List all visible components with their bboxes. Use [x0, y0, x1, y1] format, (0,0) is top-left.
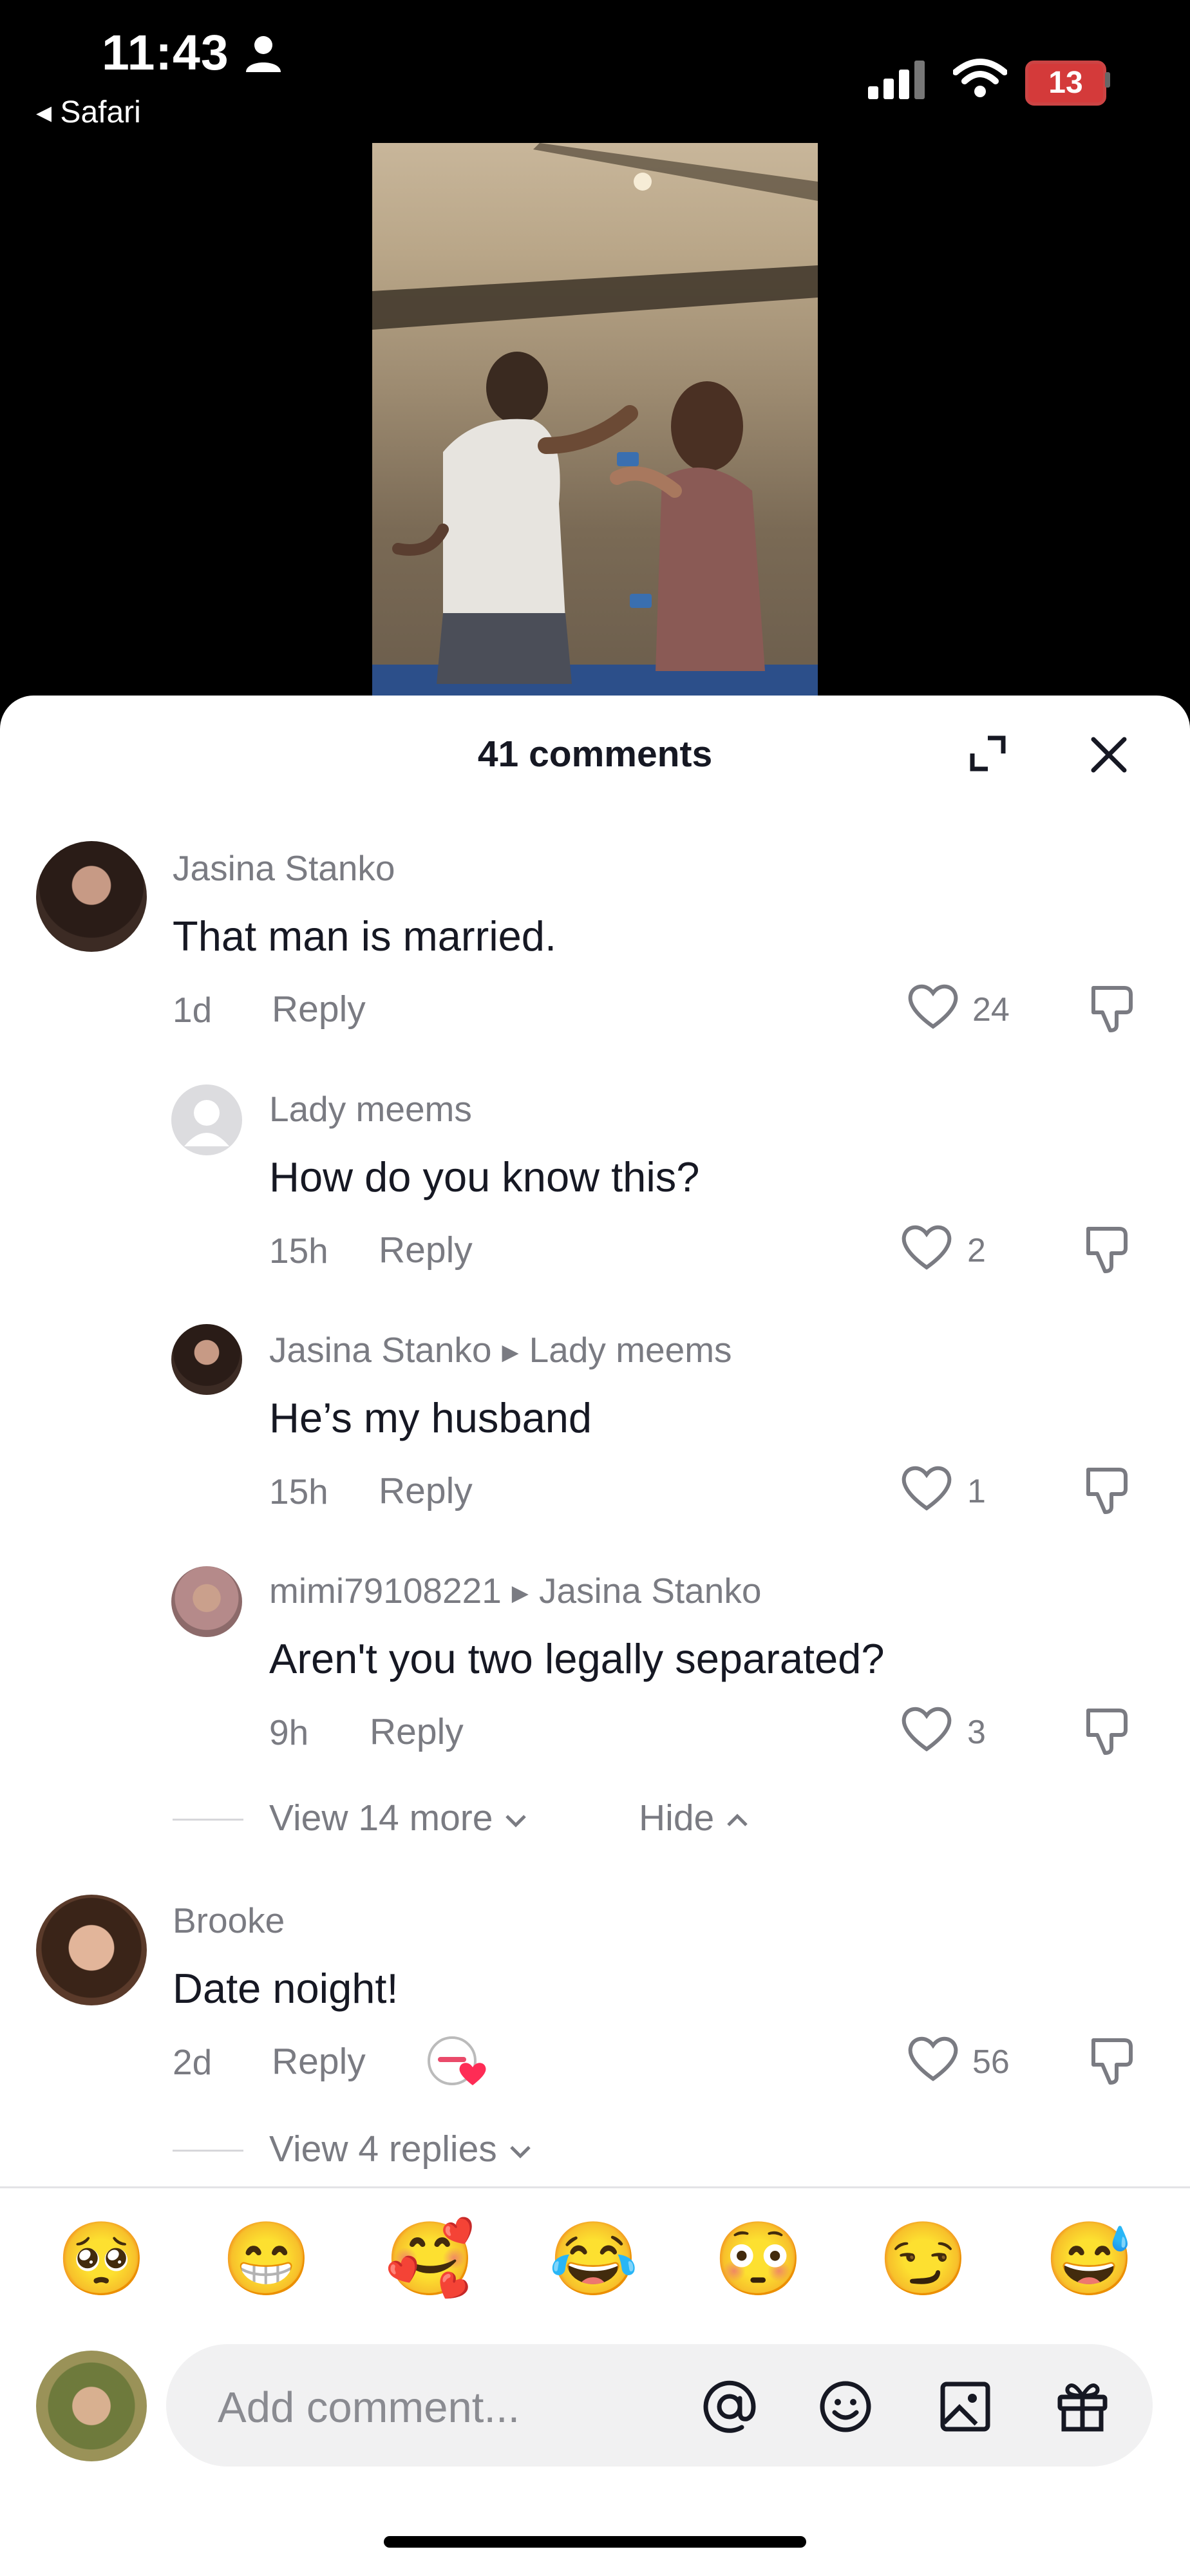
home-indicator[interactable] [384, 2536, 806, 2548]
person-icon [246, 36, 281, 72]
comment-age: 15h [269, 1472, 328, 1511]
emoji-smirk[interactable]: 😏 [878, 2221, 968, 2298]
reply-button[interactable]: Reply [370, 1710, 464, 1753]
like-count: 56 [972, 2043, 1010, 2081]
video-player[interactable] [372, 143, 818, 697]
reply-to-username[interactable]: Jasina Stanko [539, 1571, 762, 1611]
comments-count-title: 41 comments [477, 734, 713, 775]
dislike-icon[interactable] [1083, 1464, 1132, 1516]
gift-icon[interactable] [1053, 2376, 1111, 2434]
heart-icon[interactable] [907, 981, 959, 1030]
dislike-icon[interactable] [1083, 1705, 1132, 1757]
emoji-smiling-hearts[interactable]: 🥰 [385, 2221, 475, 2298]
comment-age: 1d [173, 990, 212, 1030]
avatar[interactable] [36, 1895, 147, 2005]
battery-tip [1105, 72, 1110, 88]
comment-username[interactable]: Brooke [173, 1900, 285, 1941]
reply-arrow-icon: ▶ [511, 1581, 529, 1606]
view-more-label: View 14 more [269, 1797, 493, 1839]
comment-text: Date noight! [173, 1965, 399, 2012]
hide-label: Hide [639, 1797, 715, 1839]
emoji-tears-of-joy[interactable]: 😂 [549, 2221, 638, 2298]
heart-icon[interactable] [900, 1704, 953, 1753]
heart-icon[interactable] [900, 1222, 953, 1271]
video-frame-illustration [372, 143, 818, 697]
emoji-pleading[interactable]: 🥺 [57, 2221, 146, 2298]
mention-icon[interactable] [702, 2379, 757, 2434]
back-to-safari-link[interactable]: ◂ Safari [36, 94, 141, 130]
composer-divider [0, 2186, 1190, 2188]
cellular-signal-icon [868, 61, 925, 99]
view-replies-label: View 4 replies [269, 2128, 497, 2170]
user-avatar[interactable] [36, 2351, 147, 2461]
reply-header: Jasina Stanko ▶ Lady meems [269, 1329, 732, 1370]
heart-icon[interactable] [900, 1463, 953, 1512]
battery-indicator: 13 [1025, 61, 1106, 106]
thread-line [173, 1819, 243, 1821]
dislike-icon[interactable] [1083, 1224, 1132, 1275]
emoji-flushed[interactable]: 😳 [713, 2221, 803, 2298]
avatar[interactable] [171, 1084, 242, 1155]
reply-button[interactable]: Reply [272, 988, 366, 1030]
dislike-icon[interactable] [1088, 983, 1137, 1034]
dislike-icon[interactable] [1088, 2035, 1137, 2087]
like-count: 2 [967, 1232, 986, 1269]
emoji-icon[interactable] [818, 2379, 873, 2434]
wifi-icon [953, 59, 1007, 97]
creator-liked-icon [428, 2036, 486, 2085]
comment-age: 2d [173, 2042, 212, 2082]
avatar[interactable] [171, 1324, 242, 1395]
emoji-sweat-smile[interactable]: 😅 [1044, 2221, 1134, 2298]
reply-button[interactable]: Reply [379, 1229, 473, 1271]
comment-username[interactable]: Jasina Stanko [173, 848, 395, 889]
view-more-replies-button[interactable]: View 14 more [269, 1797, 529, 1839]
avatar[interactable] [171, 1566, 242, 1637]
comment-text: That man is married. [173, 913, 557, 960]
chevron-down-icon [505, 1815, 527, 1828]
image-icon[interactable] [938, 2379, 993, 2434]
comment-username[interactable]: mimi79108221 [269, 1571, 502, 1611]
comment-text: How do you know this? [269, 1153, 700, 1200]
comment-age: 9h [269, 1712, 309, 1752]
emoji-grin[interactable]: 😁 [222, 2221, 311, 2298]
reply-header: mimi79108221 ▶ Jasina Stanko [269, 1570, 761, 1611]
heart-icon[interactable] [907, 2034, 959, 2083]
comment-text: Aren't you two legally separated? [269, 1635, 885, 1682]
like-count: 1 [967, 1473, 986, 1510]
comment-username[interactable]: Jasina Stanko [269, 1330, 492, 1370]
comment-username[interactable]: Lady meems [269, 1088, 472, 1130]
comment-text: He’s my husband [269, 1394, 592, 1441]
view-replies-button[interactable]: View 4 replies [269, 2128, 533, 2170]
chevron-down-icon [509, 2146, 531, 2159]
avatar[interactable] [36, 841, 147, 952]
hide-replies-button[interactable]: Hide [639, 1797, 750, 1839]
chevron-up-icon [727, 1814, 748, 1826]
reply-to-username[interactable]: Lady meems [529, 1330, 732, 1370]
status-time: 11:43 [102, 25, 229, 80]
expand-icon[interactable] [966, 732, 1010, 775]
default-avatar-icon [184, 1100, 229, 1146]
like-count: 3 [967, 1714, 986, 1751]
thread-line [173, 2150, 243, 2152]
comment-age: 15h [269, 1231, 328, 1271]
reply-button[interactable]: Reply [379, 1470, 473, 1512]
like-count: 24 [972, 991, 1010, 1028]
reply-arrow-icon: ▶ [502, 1340, 519, 1365]
comment-input-placeholder: Add comment... [218, 2383, 520, 2432]
reply-button[interactable]: Reply [272, 2040, 366, 2083]
close-icon[interactable] [1088, 734, 1129, 775]
